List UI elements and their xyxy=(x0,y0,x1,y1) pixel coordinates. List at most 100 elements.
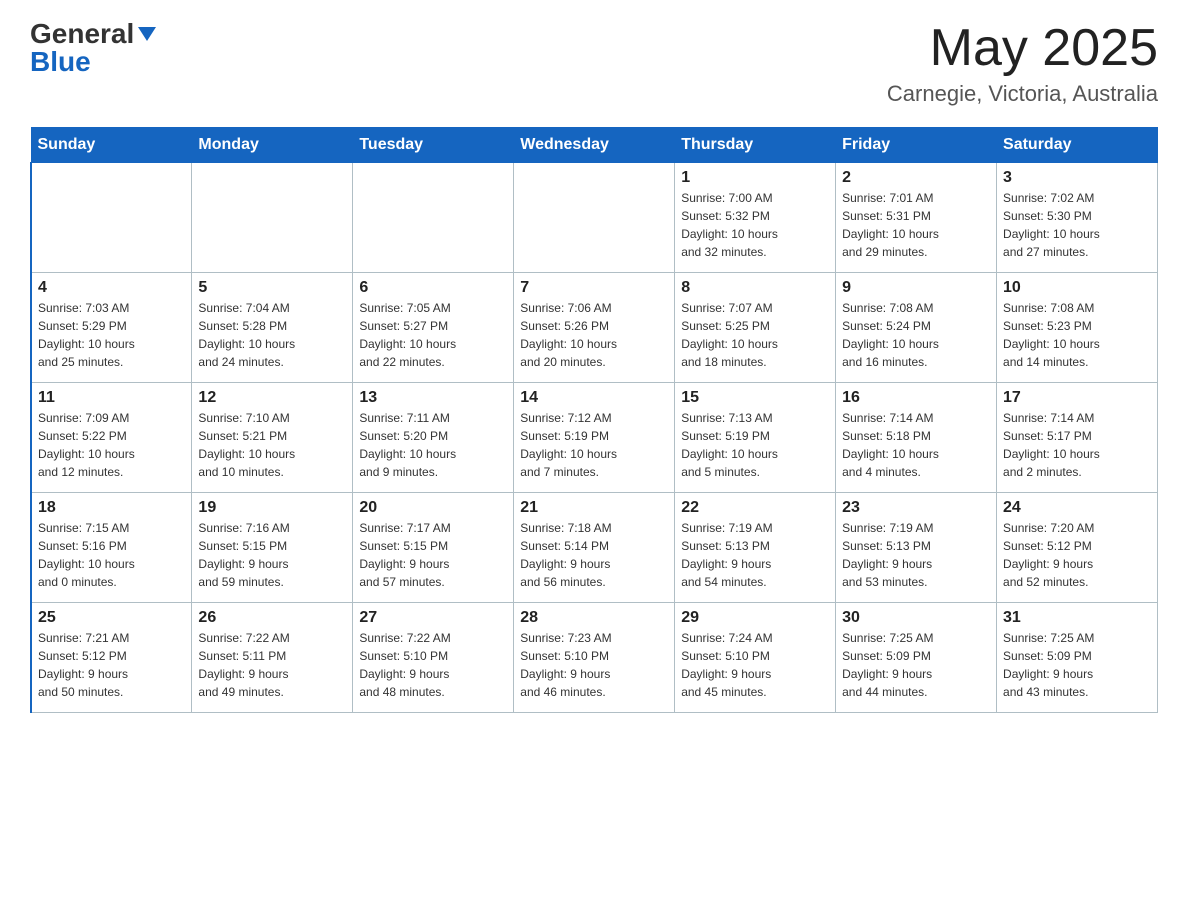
day-number: 4 xyxy=(38,279,185,297)
day-info: Sunrise: 7:14 AM Sunset: 5:17 PM Dayligh… xyxy=(1003,409,1151,481)
calendar-week-row: 18 Sunrise: 7:15 AM Sunset: 5:16 PM Dayli… xyxy=(31,493,1158,603)
day-number: 27 xyxy=(359,609,507,627)
day-number: 24 xyxy=(1003,499,1151,517)
day-number: 9 xyxy=(842,279,990,297)
day-info: Sunrise: 7:04 AM Sunset: 5:28 PM Dayligh… xyxy=(198,299,346,371)
calendar-header-row: SundayMondayTuesdayWednesdayThursdayFrid… xyxy=(31,128,1158,163)
calendar-cell: 27 Sunrise: 7:22 AM Sunset: 5:10 PM Dayli… xyxy=(353,603,514,713)
calendar-cell xyxy=(192,163,353,273)
calendar-week-row: 1 Sunrise: 7:00 AM Sunset: 5:32 PM Daylig… xyxy=(31,163,1158,273)
calendar-cell: 16 Sunrise: 7:14 AM Sunset: 5:18 PM Dayli… xyxy=(836,383,997,493)
day-info: Sunrise: 7:13 AM Sunset: 5:19 PM Dayligh… xyxy=(681,409,829,481)
day-info: Sunrise: 7:02 AM Sunset: 5:30 PM Dayligh… xyxy=(1003,189,1151,261)
logo-arrow-icon xyxy=(136,23,158,45)
calendar-cell: 28Sunrise: 7:23 AM Sunset: 5:10 PM Dayli… xyxy=(514,603,675,713)
day-number: 5 xyxy=(198,279,346,297)
calendar-cell: 1 Sunrise: 7:00 AM Sunset: 5:32 PM Daylig… xyxy=(675,163,836,273)
day-info: Sunrise: 7:03 AM Sunset: 5:29 PM Dayligh… xyxy=(38,299,185,371)
calendar-header-cell: Saturday xyxy=(997,128,1158,163)
day-info: Sunrise: 7:22 AM Sunset: 5:11 PM Dayligh… xyxy=(198,629,346,701)
calendar-cell: 13Sunrise: 7:11 AM Sunset: 5:20 PM Dayli… xyxy=(353,383,514,493)
calendar-cell: 6 Sunrise: 7:05 AM Sunset: 5:27 PM Daylig… xyxy=(353,273,514,383)
logo: General Blue xyxy=(30,20,158,76)
calendar-cell: 24 Sunrise: 7:20 AM Sunset: 5:12 PM Dayli… xyxy=(997,493,1158,603)
day-info: Sunrise: 7:20 AM Sunset: 5:12 PM Dayligh… xyxy=(1003,519,1151,591)
day-number: 12 xyxy=(198,389,346,407)
day-number: 23 xyxy=(842,499,990,517)
day-number: 17 xyxy=(1003,389,1151,407)
calendar-cell: 30Sunrise: 7:25 AM Sunset: 5:09 PM Dayli… xyxy=(836,603,997,713)
day-number: 25 xyxy=(38,609,185,627)
calendar-cell: 18 Sunrise: 7:15 AM Sunset: 5:16 PM Dayli… xyxy=(31,493,192,603)
day-number: 29 xyxy=(681,609,829,627)
calendar-cell: 29Sunrise: 7:24 AM Sunset: 5:10 PM Dayli… xyxy=(675,603,836,713)
day-info: Sunrise: 7:06 AM Sunset: 5:26 PM Dayligh… xyxy=(520,299,668,371)
day-info: Sunrise: 7:12 AM Sunset: 5:19 PM Dayligh… xyxy=(520,409,668,481)
calendar-cell: 26 Sunrise: 7:22 AM Sunset: 5:11 PM Dayli… xyxy=(192,603,353,713)
calendar-cell: 19 Sunrise: 7:16 AM Sunset: 5:15 PM Dayli… xyxy=(192,493,353,603)
logo-text-general: General xyxy=(30,20,134,48)
day-number: 14 xyxy=(520,389,668,407)
calendar-cell xyxy=(31,163,192,273)
day-info: Sunrise: 7:18 AM Sunset: 5:14 PM Dayligh… xyxy=(520,519,668,591)
day-number: 31 xyxy=(1003,609,1151,627)
day-info: Sunrise: 7:05 AM Sunset: 5:27 PM Dayligh… xyxy=(359,299,507,371)
calendar-header-cell: Thursday xyxy=(675,128,836,163)
calendar-table: SundayMondayTuesdayWednesdayThursdayFrid… xyxy=(30,127,1158,713)
calendar-cell xyxy=(514,163,675,273)
day-number: 11 xyxy=(38,389,185,407)
day-info: Sunrise: 7:23 AM Sunset: 5:10 PM Dayligh… xyxy=(520,629,668,701)
calendar-cell: 3 Sunrise: 7:02 AM Sunset: 5:30 PM Daylig… xyxy=(997,163,1158,273)
calendar-cell: 15 Sunrise: 7:13 AM Sunset: 5:19 PM Dayli… xyxy=(675,383,836,493)
day-info: Sunrise: 7:01 AM Sunset: 5:31 PM Dayligh… xyxy=(842,189,990,261)
day-number: 8 xyxy=(681,279,829,297)
day-info: Sunrise: 7:15 AM Sunset: 5:16 PM Dayligh… xyxy=(38,519,185,591)
day-number: 21 xyxy=(520,499,668,517)
calendar-cell: 22Sunrise: 7:19 AM Sunset: 5:13 PM Dayli… xyxy=(675,493,836,603)
calendar-cell: 10 Sunrise: 7:08 AM Sunset: 5:23 PM Dayli… xyxy=(997,273,1158,383)
day-info: Sunrise: 7:08 AM Sunset: 5:23 PM Dayligh… xyxy=(1003,299,1151,371)
calendar-cell xyxy=(353,163,514,273)
page-header: General Blue May 2025 Carnegie, Victoria… xyxy=(30,20,1158,107)
calendar-week-row: 4 Sunrise: 7:03 AM Sunset: 5:29 PM Daylig… xyxy=(31,273,1158,383)
title-section: May 2025 Carnegie, Victoria, Australia xyxy=(887,20,1158,107)
day-number: 15 xyxy=(681,389,829,407)
day-number: 7 xyxy=(520,279,668,297)
day-info: Sunrise: 7:25 AM Sunset: 5:09 PM Dayligh… xyxy=(1003,629,1151,701)
calendar-cell: 23 Sunrise: 7:19 AM Sunset: 5:13 PM Dayli… xyxy=(836,493,997,603)
day-info: Sunrise: 7:11 AM Sunset: 5:20 PM Dayligh… xyxy=(359,409,507,481)
day-number: 10 xyxy=(1003,279,1151,297)
calendar-cell: 17 Sunrise: 7:14 AM Sunset: 5:17 PM Dayli… xyxy=(997,383,1158,493)
calendar-cell: 21 Sunrise: 7:18 AM Sunset: 5:14 PM Dayli… xyxy=(514,493,675,603)
day-number: 20 xyxy=(359,499,507,517)
day-number: 6 xyxy=(359,279,507,297)
calendar-header-cell: Friday xyxy=(836,128,997,163)
day-info: Sunrise: 7:14 AM Sunset: 5:18 PM Dayligh… xyxy=(842,409,990,481)
calendar-cell: 11 Sunrise: 7:09 AM Sunset: 5:22 PM Dayli… xyxy=(31,383,192,493)
day-number: 3 xyxy=(1003,169,1151,187)
calendar-week-row: 11 Sunrise: 7:09 AM Sunset: 5:22 PM Dayli… xyxy=(31,383,1158,493)
day-number: 1 xyxy=(681,169,829,187)
calendar-cell: 25Sunrise: 7:21 AM Sunset: 5:12 PM Dayli… xyxy=(31,603,192,713)
logo-text-blue: Blue xyxy=(30,48,91,76)
calendar-cell: 4 Sunrise: 7:03 AM Sunset: 5:29 PM Daylig… xyxy=(31,273,192,383)
calendar-header-cell: Tuesday xyxy=(353,128,514,163)
day-number: 16 xyxy=(842,389,990,407)
day-number: 2 xyxy=(842,169,990,187)
day-info: Sunrise: 7:09 AM Sunset: 5:22 PM Dayligh… xyxy=(38,409,185,481)
day-info: Sunrise: 7:16 AM Sunset: 5:15 PM Dayligh… xyxy=(198,519,346,591)
day-number: 19 xyxy=(198,499,346,517)
day-info: Sunrise: 7:00 AM Sunset: 5:32 PM Dayligh… xyxy=(681,189,829,261)
day-info: Sunrise: 7:08 AM Sunset: 5:24 PM Dayligh… xyxy=(842,299,990,371)
day-info: Sunrise: 7:10 AM Sunset: 5:21 PM Dayligh… xyxy=(198,409,346,481)
day-number: 18 xyxy=(38,499,185,517)
day-info: Sunrise: 7:22 AM Sunset: 5:10 PM Dayligh… xyxy=(359,629,507,701)
day-info: Sunrise: 7:19 AM Sunset: 5:13 PM Dayligh… xyxy=(842,519,990,591)
calendar-cell: 20Sunrise: 7:17 AM Sunset: 5:15 PM Dayli… xyxy=(353,493,514,603)
day-number: 26 xyxy=(198,609,346,627)
calendar-cell: 9 Sunrise: 7:08 AM Sunset: 5:24 PM Daylig… xyxy=(836,273,997,383)
calendar-week-row: 25Sunrise: 7:21 AM Sunset: 5:12 PM Dayli… xyxy=(31,603,1158,713)
calendar-header-cell: Monday xyxy=(192,128,353,163)
day-info: Sunrise: 7:07 AM Sunset: 5:25 PM Dayligh… xyxy=(681,299,829,371)
day-number: 30 xyxy=(842,609,990,627)
